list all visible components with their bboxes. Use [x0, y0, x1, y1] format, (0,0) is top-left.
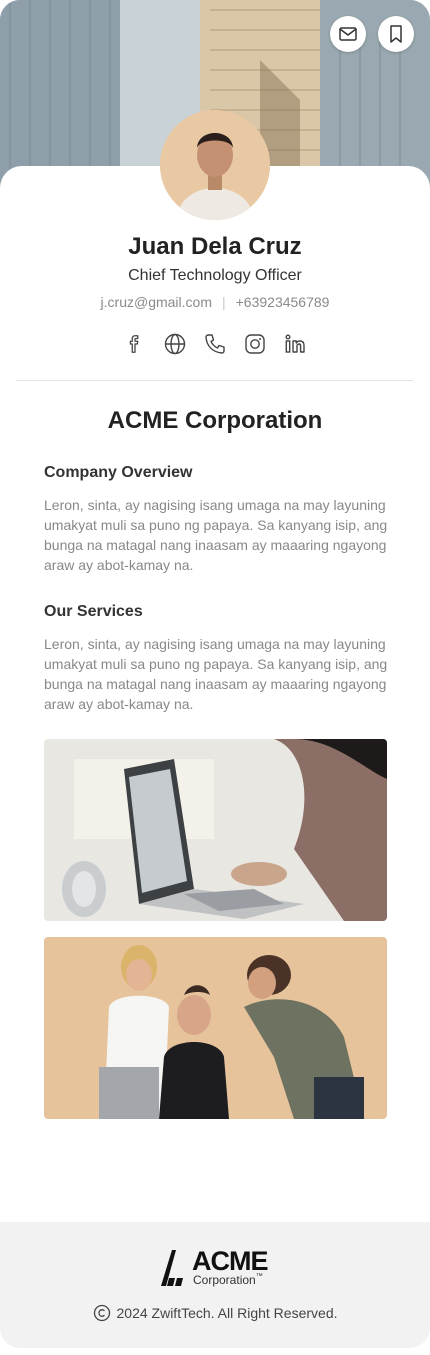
phone-link[interactable]: +63923456789 [236, 294, 330, 310]
logo-trademark: ™ [255, 1273, 263, 1280]
copyright-icon [93, 1304, 110, 1322]
website-link[interactable] [162, 331, 188, 357]
bookmark-icon [390, 25, 402, 43]
copyright-text: 2024 ZwiftTech. All Right Reserved. [116, 1305, 338, 1321]
mail-icon [339, 27, 357, 41]
company-name: ACME Corporation [107, 407, 323, 434]
laptop-work-photo [44, 739, 387, 921]
phone-call-link[interactable] [202, 331, 228, 357]
company-overview-text: Leron, sinta, ay nagising isang umaga na… [44, 497, 388, 573]
logo-subtitle: Corporation™ [193, 1273, 263, 1287]
avatar [160, 110, 270, 220]
social-links [0, 331, 430, 357]
acme-logo-mark-icon [161, 1250, 183, 1286]
email-button[interactable] [330, 16, 366, 52]
linkedin-icon [285, 334, 305, 353]
logo-subtitle-text: Corporation [193, 1273, 256, 1287]
our-services-heading: Our Services [44, 603, 143, 620]
contact-info: j.cruz@gmail.com | +63923456789 [0, 294, 430, 310]
facebook-icon [129, 335, 139, 353]
instagram-link[interactable] [242, 331, 268, 357]
copyright: 2024 ZwiftTech. All Right Reserved. [0, 1304, 430, 1322]
phone-icon [205, 334, 225, 354]
bookmark-button[interactable] [378, 16, 414, 52]
our-services-text: Leron, sinta, ay nagising isang umaga na… [44, 636, 388, 712]
email-link[interactable]: j.cruz@gmail.com [101, 294, 212, 310]
team-collaboration-photo [44, 937, 387, 1119]
instagram-icon [245, 334, 265, 354]
facebook-link[interactable] [122, 331, 148, 357]
globe-icon [164, 333, 186, 355]
acme-logo: ACME Corporation™ [160, 1246, 272, 1288]
profile-title: Chief Technology Officer [128, 267, 302, 284]
section-divider [16, 380, 413, 381]
contact-separator: | [221, 294, 226, 310]
company-overview-heading: Company Overview [44, 464, 193, 481]
profile-name: Juan Dela Cruz [128, 233, 302, 260]
linkedin-link[interactable] [282, 331, 308, 357]
